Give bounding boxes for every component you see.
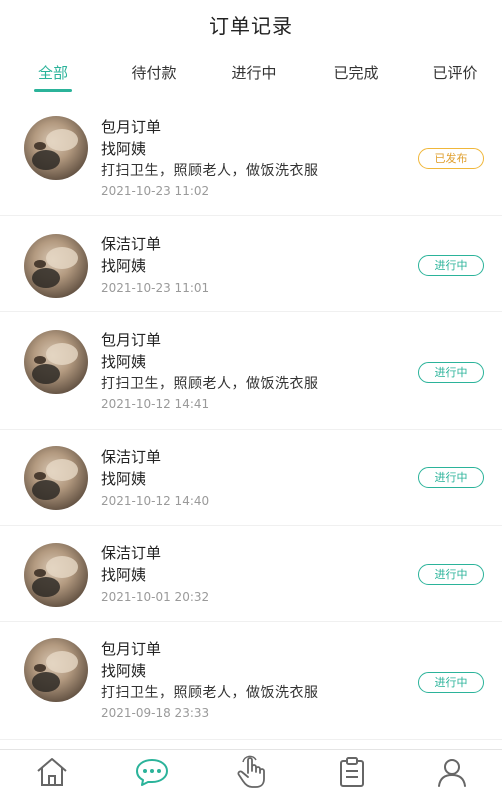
status-badge: 进行中: [418, 672, 484, 693]
order-time: 2021-10-12 14:41: [101, 397, 210, 411]
order-description: 打扫卫生，照顾老人，做饭洗衣服: [101, 163, 319, 179]
avatar: [24, 330, 88, 394]
order-description: 打扫卫生，照顾老人，做饭洗衣服: [101, 376, 319, 392]
order-item[interactable]: 包月订单 找阿姨 打扫卫生，照顾老人，做饭洗衣服 2021-10-23 11:0…: [0, 110, 502, 216]
order-time: 2021-10-23 11:01: [101, 281, 210, 295]
tap-hand-icon: [237, 755, 265, 788]
bottom-nav: [0, 749, 502, 793]
order-type: 包月订单: [101, 118, 162, 136]
nav-services[interactable]: [232, 754, 272, 790]
order-service: 找阿姨: [101, 257, 147, 275]
order-time: 2021-10-12 14:40: [101, 494, 210, 508]
nav-messages[interactable]: [132, 754, 172, 790]
order-service: 找阿姨: [101, 353, 147, 371]
tab-completed[interactable]: 已完成: [328, 56, 384, 94]
tab-pending-payment[interactable]: 待付款: [126, 56, 182, 94]
order-tabs: 全部 待付款 进行中 已完成 已评价: [0, 56, 502, 94]
order-time: 2021-09-18 23:33: [101, 706, 210, 720]
order-type: 包月订单: [101, 640, 162, 658]
order-description: 打扫卫生，照顾老人，做饭洗衣服: [101, 685, 319, 701]
header: 订单记录: [0, 0, 502, 48]
nav-profile[interactable]: [432, 754, 472, 790]
page-title: 订单记录: [209, 13, 293, 38]
clipboard-icon: [340, 757, 364, 787]
user-icon: [438, 759, 466, 787]
order-item[interactable]: 保洁订单 找阿姨 2021-10-01 20:32 进行中: [0, 526, 502, 622]
avatar: [24, 116, 88, 180]
order-service: 找阿姨: [101, 470, 147, 488]
order-service: 找阿姨: [101, 140, 147, 158]
message-icon: [136, 759, 168, 786]
nav-orders[interactable]: [332, 754, 372, 790]
tab-reviewed[interactable]: 已评价: [427, 56, 483, 94]
avatar: [24, 234, 88, 298]
avatar: [24, 543, 88, 607]
order-item[interactable]: 包月订单 找阿姨 打扫卫生，照顾老人，做饭洗衣服 2021-09-18 23:3…: [0, 622, 502, 740]
status-badge: 进行中: [418, 564, 484, 585]
tab-in-progress[interactable]: 进行中: [226, 56, 282, 94]
order-service: 找阿姨: [101, 662, 147, 680]
nav-home[interactable]: [32, 754, 72, 790]
order-item[interactable]: 保洁订单 找阿姨 2021-10-23 11:01 进行中: [0, 216, 502, 312]
avatar: [24, 638, 88, 702]
order-type: 保洁订单: [101, 235, 162, 253]
status-badge: 进行中: [418, 255, 484, 276]
order-type: 包月订单: [101, 331, 162, 349]
avatar: [24, 446, 88, 510]
tab-all[interactable]: 全部: [34, 56, 72, 94]
status-badge: 进行中: [418, 362, 484, 383]
order-item[interactable]: 包月订单 找阿姨 打扫卫生，照顾老人，做饭洗衣服 2021-10-12 14:4…: [0, 312, 502, 430]
order-list: 包月订单 找阿姨 打扫卫生，照顾老人，做饭洗衣服 2021-10-23 11:0…: [0, 110, 502, 740]
order-service: 找阿姨: [101, 566, 147, 584]
order-time: 2021-10-23 11:02: [101, 184, 210, 198]
order-time: 2021-10-01 20:32: [101, 590, 210, 604]
order-item[interactable]: 保洁订单 找阿姨 2021-10-12 14:40 进行中: [0, 430, 502, 526]
order-type: 保洁订单: [101, 544, 162, 562]
status-badge: 已发布: [418, 148, 484, 169]
status-badge: 进行中: [418, 467, 484, 488]
order-type: 保洁订单: [101, 448, 162, 466]
home-icon: [37, 758, 67, 786]
